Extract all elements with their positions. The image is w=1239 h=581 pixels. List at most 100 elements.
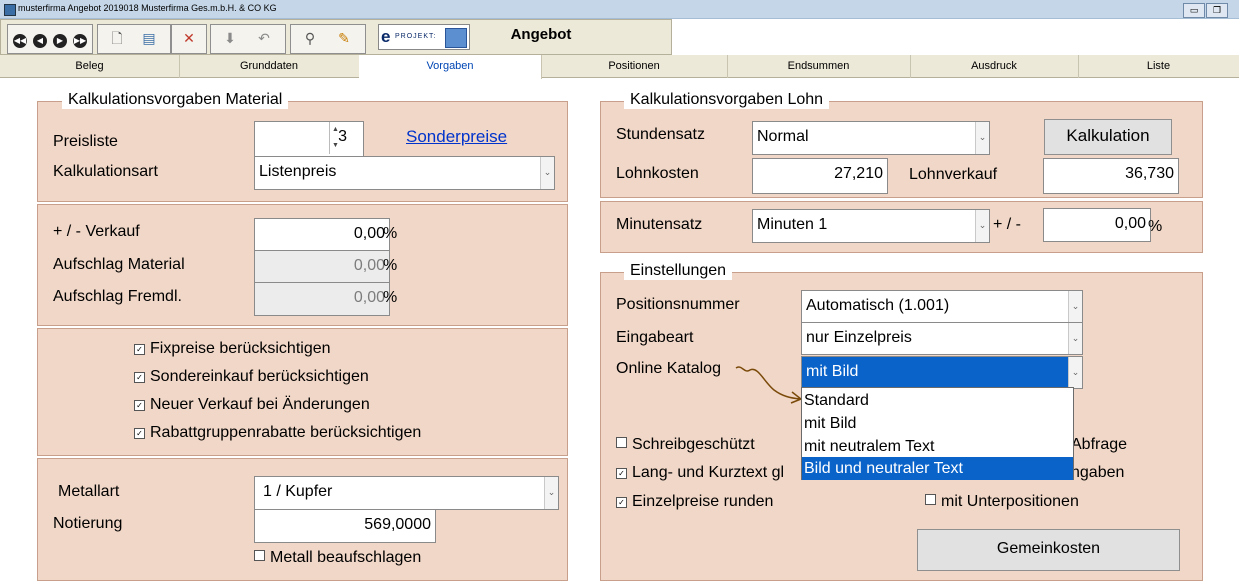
checkbox-checked-icon: ✓ xyxy=(134,400,145,411)
dropdown-option-mit-neutralem-text[interactable]: mit neutralem Text xyxy=(802,435,1073,458)
minimize-button[interactable]: ▭ xyxy=(1183,3,1205,18)
toolbar: ◀◀ ◀ ▶ ▶▶ 🗋 ▤ ✕ ⬇ ↶ ⚲ ✎ e PROJEKT: Angeb… xyxy=(0,19,672,55)
eingabeart-select[interactable]: nur Einzelpreis ⌄ xyxy=(801,322,1083,355)
dropdown-option-standard[interactable]: Standard xyxy=(802,389,1073,412)
kalkulationsart-select[interactable]: Listenpreis ⌄ xyxy=(254,156,555,190)
checkbox-checked-icon: ✓ xyxy=(616,468,627,479)
chevron-down-icon[interactable]: ⌄ xyxy=(544,477,558,509)
checkbox-checked-icon: ✓ xyxy=(134,344,145,355)
undo-icon[interactable]: ↶ xyxy=(249,25,279,51)
chevron-down-icon[interactable]: ⌄ xyxy=(1068,291,1082,322)
einzelpreise-runden-checkbox[interactable]: ✓ Einzelpreise runden xyxy=(616,493,773,511)
chevron-down-icon[interactable]: ⌄ xyxy=(1068,357,1082,388)
delete-icon[interactable]: ✕ xyxy=(174,25,204,51)
verkauf-input[interactable]: 0,00 xyxy=(254,218,390,252)
stundensatz-select[interactable]: Normal ⌄ xyxy=(752,121,990,155)
gemeinkosten-button[interactable]: Gemeinkosten xyxy=(917,529,1180,571)
edit-group: ⬇ ↶ xyxy=(210,24,286,54)
notierung-label: Notierung xyxy=(53,515,123,532)
logo-image-icon xyxy=(445,28,467,48)
aufschlag-material-input[interactable]: 0,00 xyxy=(254,250,390,284)
notierung-input[interactable]: 569,0000 xyxy=(254,509,436,543)
annotation-arrow-icon xyxy=(735,366,803,404)
minutensatz-plusminus-label: + / - xyxy=(993,216,1022,233)
aufschlag-fremdl-input[interactable]: 0,00 xyxy=(254,282,390,316)
aufschlag-fremdl-percent: % xyxy=(383,289,398,306)
schreibgeschuetzt-checkbox[interactable]: Schreibgeschützt xyxy=(616,436,755,454)
stundensatz-label: Stundensatz xyxy=(616,126,705,143)
search-icon[interactable]: ⚲ xyxy=(295,25,325,51)
dropdown-option-bild-und-neutraler-text[interactable]: Bild und neutraler Text xyxy=(802,457,1073,480)
tab-grunddaten[interactable]: Grunddaten xyxy=(179,55,360,78)
dropdown-option-mit-bild[interactable]: mit Bild xyxy=(802,412,1073,435)
preisliste-label: Preisliste xyxy=(53,133,118,150)
chevron-down-icon[interactable]: ⌄ xyxy=(975,122,989,154)
metall-beaufschlagen-checkbox[interactable]: Metall beaufschlagen xyxy=(254,549,421,567)
metallart-value: 1 / Kupfer xyxy=(263,483,333,500)
fixpreise-checkbox[interactable]: ✓ Fixpreise berücksichtigen xyxy=(134,340,331,358)
neuer-verkauf-checkbox[interactable]: ✓ Neuer Verkauf bei Änderungen xyxy=(134,396,370,414)
eprojekt-logo: e PROJEKT: xyxy=(378,24,470,50)
positionsnummer-value: Automatisch (1.001) xyxy=(806,297,950,314)
minutensatz-select[interactable]: Minuten 1 ⌄ xyxy=(752,209,990,243)
aufschlag-fremdl-label: Aufschlag Fremdl. xyxy=(53,288,182,305)
first-record-icon[interactable]: ◀◀ xyxy=(10,25,30,51)
edit-pencil-icon[interactable]: ✎ xyxy=(329,25,359,51)
tab-bar: Beleg Grunddaten Vorgaben Positionen End… xyxy=(0,55,1239,79)
app-icon xyxy=(4,4,16,16)
angaben-label: ngaben xyxy=(1071,464,1125,481)
tab-liste[interactable]: Liste xyxy=(1078,55,1239,78)
next-record-icon[interactable]: ▶ xyxy=(50,25,70,51)
minutensatz-value: Minuten 1 xyxy=(757,216,828,233)
minutensatz-plusminus-input[interactable]: 0,00 xyxy=(1043,208,1151,242)
lohnkosten-label: Lohnkosten xyxy=(616,165,699,182)
online-katalog-dropdown: Standard mit Bild mit neutralem Text Bil… xyxy=(801,387,1074,480)
lohnkosten-input[interactable]: 27,210 xyxy=(752,158,888,194)
rabattgruppen-checkbox[interactable]: ✓ Rabattgruppenrabatte berücksichtigen xyxy=(134,424,421,442)
tab-positionen[interactable]: Positionen xyxy=(541,55,728,78)
verkauf-label: + / - Verkauf xyxy=(53,223,140,240)
positionsnummer-select[interactable]: Automatisch (1.001) ⌄ xyxy=(801,290,1083,323)
tab-endsummen[interactable]: Endsummen xyxy=(727,55,911,78)
new-document-icon[interactable]: 🗋 xyxy=(102,25,132,51)
previous-record-icon[interactable]: ◀ xyxy=(30,25,50,51)
restore-button[interactable]: ❐ xyxy=(1206,3,1228,18)
metallart-label: Metallart xyxy=(58,483,120,500)
metallart-select[interactable]: 1 / Kupfer ⌄ xyxy=(254,476,559,510)
nav-group: ◀◀ ◀ ▶ ▶▶ xyxy=(7,24,93,54)
online-katalog-value: mit Bild xyxy=(806,363,859,380)
tab-ausdruck[interactable]: Ausdruck xyxy=(910,55,1079,78)
verkauf-percent: % xyxy=(383,225,398,242)
tab-vorgaben[interactable]: Vorgaben xyxy=(359,55,542,79)
sondereinkauf-checkbox[interactable]: ✓ Sondereinkauf berücksichtigen xyxy=(134,368,369,386)
tab-beleg[interactable]: Beleg xyxy=(0,55,180,78)
einstellungen-legend: Einstellungen xyxy=(624,262,733,280)
material-legend: Kalkulationsvorgaben Material xyxy=(62,91,289,109)
kalkulation-button[interactable]: Kalkulation xyxy=(1044,119,1172,155)
document-group: 🗋 ▤ xyxy=(97,24,171,54)
online-katalog-label: Online Katalog xyxy=(616,360,721,377)
online-katalog-select[interactable]: mit Bild ⌄ xyxy=(801,356,1083,389)
preisliste-input[interactable]: 3 xyxy=(254,121,364,157)
preisliste-spinner-icon[interactable]: ▲ ▼ xyxy=(329,122,341,154)
minutensatz-percent: % xyxy=(1148,218,1163,235)
chevron-down-icon[interactable]: ⌄ xyxy=(1068,323,1082,354)
lang-kurztext-checkbox[interactable]: ✓ Lang- und Kurztext gl xyxy=(616,464,784,482)
chevron-down-icon[interactable]: ⌄ xyxy=(540,157,554,189)
logo-letter: e xyxy=(381,27,391,46)
sonderpreise-link[interactable]: Sonderpreise xyxy=(406,127,507,147)
mit-unterpositionen-checkbox[interactable]: mit Unterpositionen xyxy=(925,493,1079,511)
form-view-icon[interactable]: ▤ xyxy=(134,25,164,51)
lohnverkauf-input[interactable]: 36,730 xyxy=(1043,158,1179,194)
minutensatz-label: Minutensatz xyxy=(616,216,703,233)
kalkulationsart-label: Kalkulationsart xyxy=(53,163,158,180)
lohnverkauf-label: Lohnverkauf xyxy=(909,166,998,183)
checkbox-checked-icon: ✓ xyxy=(134,428,145,439)
checkbox-unchecked-icon xyxy=(254,550,265,561)
form-heading: Angebot xyxy=(510,26,572,43)
logo-text: PROJEKT: xyxy=(395,33,437,40)
chevron-down-icon[interactable]: ⌄ xyxy=(975,210,989,242)
last-record-icon[interactable]: ▶▶ xyxy=(70,25,90,51)
checkbox-unchecked-icon xyxy=(925,494,936,505)
save-down-icon[interactable]: ⬇ xyxy=(215,25,245,51)
